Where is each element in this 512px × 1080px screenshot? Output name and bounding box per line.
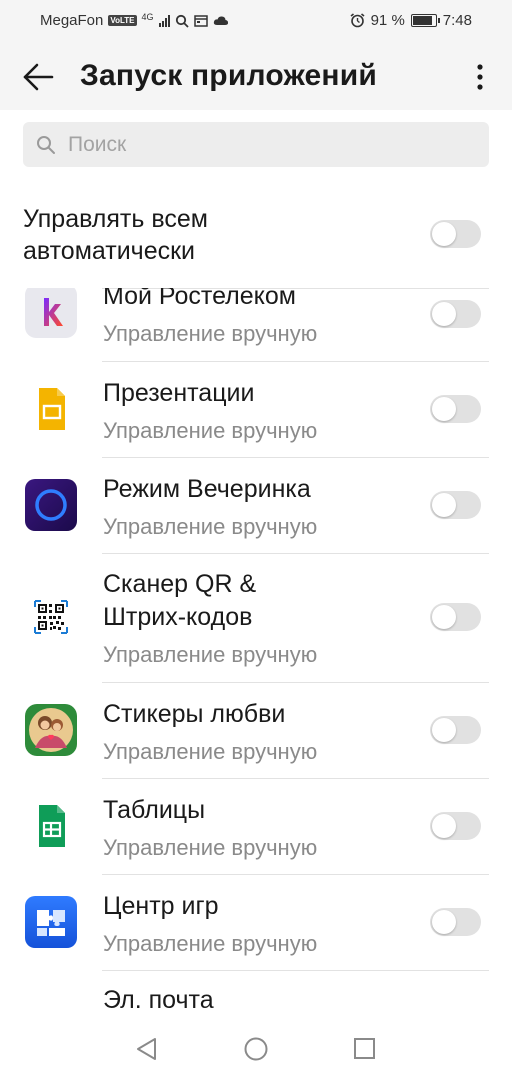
navigation-bar: [0, 1020, 512, 1080]
app-name: Таблицы: [103, 796, 206, 824]
list-item-party-mode[interactable]: Режим Вечеринка Управление вручную: [0, 457, 512, 553]
battery-percent: 91 %: [370, 12, 405, 29]
toggle-knob: [432, 397, 456, 421]
more-vertical-icon[interactable]: [470, 62, 490, 92]
app-status: Управление вручную: [103, 835, 318, 860]
divider: [102, 682, 489, 683]
party-mode-icon: [25, 479, 77, 531]
divider: [102, 553, 489, 554]
clock: 7:48: [442, 12, 472, 29]
alarm-clock-icon: [350, 13, 365, 28]
app-name: Центр игр: [103, 892, 219, 920]
toggle-knob: [432, 814, 456, 838]
list-item-qr-scanner[interactable]: Сканер QR & Штрих-кодов Управление вручн…: [0, 553, 512, 682]
home-circle-icon[interactable]: [243, 1036, 269, 1062]
search-status-icon: [175, 14, 189, 28]
recents-square-icon[interactable]: [352, 1036, 378, 1062]
rostelecom-icon: [25, 288, 77, 338]
manage-all-label: Управлять всем автоматически: [23, 205, 208, 265]
toggle-knob: [432, 718, 456, 742]
arrow-left-icon[interactable]: [22, 62, 54, 92]
app-status: Управление вручную: [103, 931, 318, 956]
sheets-icon: [39, 805, 65, 847]
love-stickers-icon: [25, 704, 77, 756]
list-item-game-center[interactable]: Центр игр Управление вручную: [0, 874, 512, 970]
volte-badge: VoLTE: [108, 15, 137, 26]
app-toggle[interactable]: [430, 395, 481, 423]
search-placeholder: Поиск: [68, 133, 127, 156]
app-name: Эл. почта: [103, 986, 214, 1014]
game-center-icon: [25, 896, 77, 948]
app-status: Управление вручную: [103, 321, 318, 346]
app-bar: Запуск приложений: [0, 44, 512, 110]
app-status: Управление вручную: [103, 514, 318, 539]
toggle-knob: [432, 222, 456, 246]
carrier-name: MegaFon: [40, 12, 104, 29]
back-triangle-icon[interactable]: [134, 1036, 160, 1062]
app-toggle[interactable]: [430, 812, 481, 840]
cloud-status-icon: [213, 16, 228, 25]
app-name-line2: Штрих-кодов: [103, 603, 253, 631]
manage-all-toggle[interactable]: [430, 220, 481, 248]
app-status: Управление вручную: [103, 418, 318, 443]
status-bar: MegaFon VoLTE 4G 91 % 7:48: [0, 0, 512, 44]
app-toggle[interactable]: [430, 300, 481, 328]
app-toggle[interactable]: [430, 716, 481, 744]
divider: [102, 970, 489, 971]
app-status: Управление вручную: [103, 642, 318, 667]
list-item-slides[interactable]: Презентации Управление вручную: [0, 361, 512, 457]
search-input[interactable]: Поиск: [23, 122, 489, 167]
app-toggle[interactable]: [430, 603, 481, 631]
app-list: Мой Ростелеком Управление вручную Презен…: [0, 288, 512, 1028]
toggle-knob: [432, 493, 456, 517]
app-name: Стикеры любви: [103, 700, 286, 728]
signal-icon: [158, 14, 170, 27]
qr-code-icon: [34, 600, 68, 634]
calendar-status-icon: [193, 15, 208, 27]
search-icon: [37, 136, 55, 154]
list-item-love-stickers[interactable]: Стикеры любви Управление вручную: [0, 682, 512, 778]
status-left: MegaFon VoLTE 4G: [40, 12, 229, 29]
app-name-line1: Сканер QR &: [103, 570, 257, 598]
toggle-knob: [432, 302, 456, 326]
page-title: Запуск приложений: [80, 59, 378, 92]
app-name: Мой Ростелеком: [103, 288, 296, 310]
app-name: Режим Вечеринка: [103, 475, 311, 503]
status-right: 91 % 7:48: [350, 12, 472, 29]
divider: [102, 778, 489, 779]
list-item-rostelecom[interactable]: Мой Ростелеком Управление вручную: [0, 288, 512, 361]
slides-icon: [39, 388, 65, 430]
divider: [102, 457, 489, 458]
network-type: 4G: [141, 12, 154, 22]
divider: [102, 874, 489, 875]
battery-icon: [410, 14, 440, 27]
manage-all-row[interactable]: Управлять всем автоматически: [0, 196, 512, 288]
app-toggle[interactable]: [430, 491, 481, 519]
toggle-knob: [432, 910, 456, 934]
list-item-sheets[interactable]: Таблицы Управление вручную: [0, 778, 512, 874]
app-toggle[interactable]: [430, 908, 481, 936]
app-name: Презентации: [103, 379, 255, 407]
app-status: Управление вручную: [103, 739, 318, 764]
toggle-knob: [432, 605, 456, 629]
divider: [102, 361, 489, 362]
